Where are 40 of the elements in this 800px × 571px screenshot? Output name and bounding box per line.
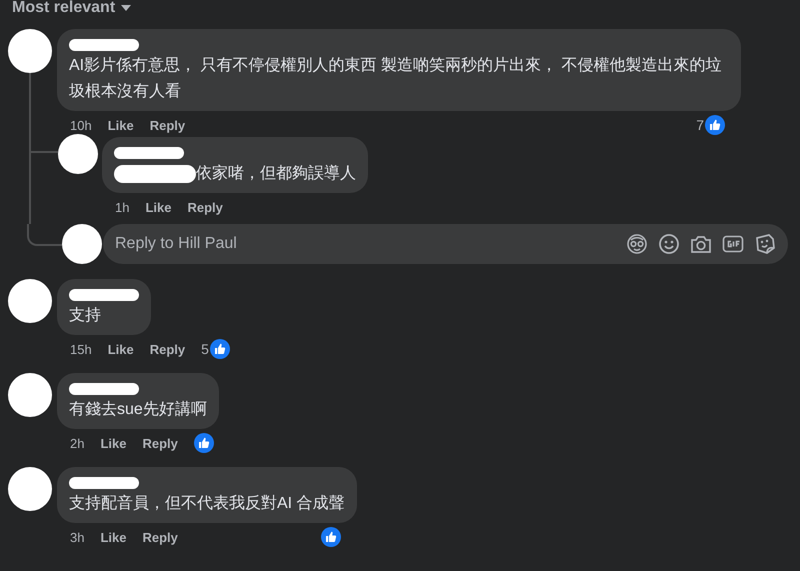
sticker-icon[interactable]	[754, 233, 776, 255]
avatar[interactable]	[8, 467, 52, 511]
camera-icon[interactable]	[690, 234, 712, 254]
emoji-icon[interactable]	[658, 233, 680, 255]
like-reaction-icon[interactable]	[320, 527, 341, 547]
comment-text: 依家啫，但都夠誤導人	[196, 165, 356, 182]
reaction-count[interactable]: 5	[201, 341, 209, 357]
caret-icon[interactable]	[121, 5, 132, 11]
avatar[interactable]	[62, 224, 102, 264]
avatar[interactable]	[8, 279, 52, 323]
comment-time[interactable]: 10h	[70, 118, 92, 132]
comment-time[interactable]: 2h	[70, 436, 84, 450]
like-link[interactable]: Like	[108, 342, 134, 356]
reply-link[interactable]: Reply	[187, 200, 223, 214]
sort-dropdown[interactable]: Most relevant	[12, 0, 116, 17]
avatar[interactable]	[58, 134, 98, 174]
reply-link[interactable]: Reply	[142, 530, 178, 544]
comment-text: AI影片係冇意思， 只有不停侵權別人的東西 製造啲笑兩秒的片出來， 不侵權他製造出來的垃圾根本沒有人看	[69, 57, 722, 100]
comment-text: 支持配音員，但不代表我反對AI 合成聲	[69, 495, 345, 512]
avatar[interactable]	[8, 373, 52, 417]
like-link[interactable]: Like	[108, 118, 134, 132]
comment-time[interactable]: 1h	[115, 200, 130, 214]
comment-text: 支持	[69, 307, 101, 324]
comment-text: 有錢去sue先好講啊	[69, 401, 207, 418]
like-link[interactable]: Like	[100, 530, 126, 544]
reply-link[interactable]: Reply	[150, 118, 186, 132]
like-link[interactable]: Like	[100, 436, 126, 450]
avatar-sticker-icon[interactable]	[626, 233, 648, 255]
comment-time[interactable]: 15h	[70, 342, 92, 356]
reply-link[interactable]: Reply	[142, 436, 178, 450]
gif-icon[interactable]	[722, 234, 744, 254]
comment-time[interactable]: 3h	[70, 530, 84, 544]
reply-input-field[interactable]: Reply to Hill Paul	[103, 224, 788, 264]
avatar[interactable]	[8, 29, 52, 73]
like-link[interactable]: Like	[145, 200, 172, 214]
like-reaction-icon[interactable]	[210, 339, 230, 359]
reply-link[interactable]: Reply	[150, 342, 186, 356]
reaction-count[interactable]: 7	[696, 117, 704, 133]
like-reaction-icon[interactable]	[194, 433, 214, 453]
like-reaction-icon[interactable]	[705, 115, 725, 135]
